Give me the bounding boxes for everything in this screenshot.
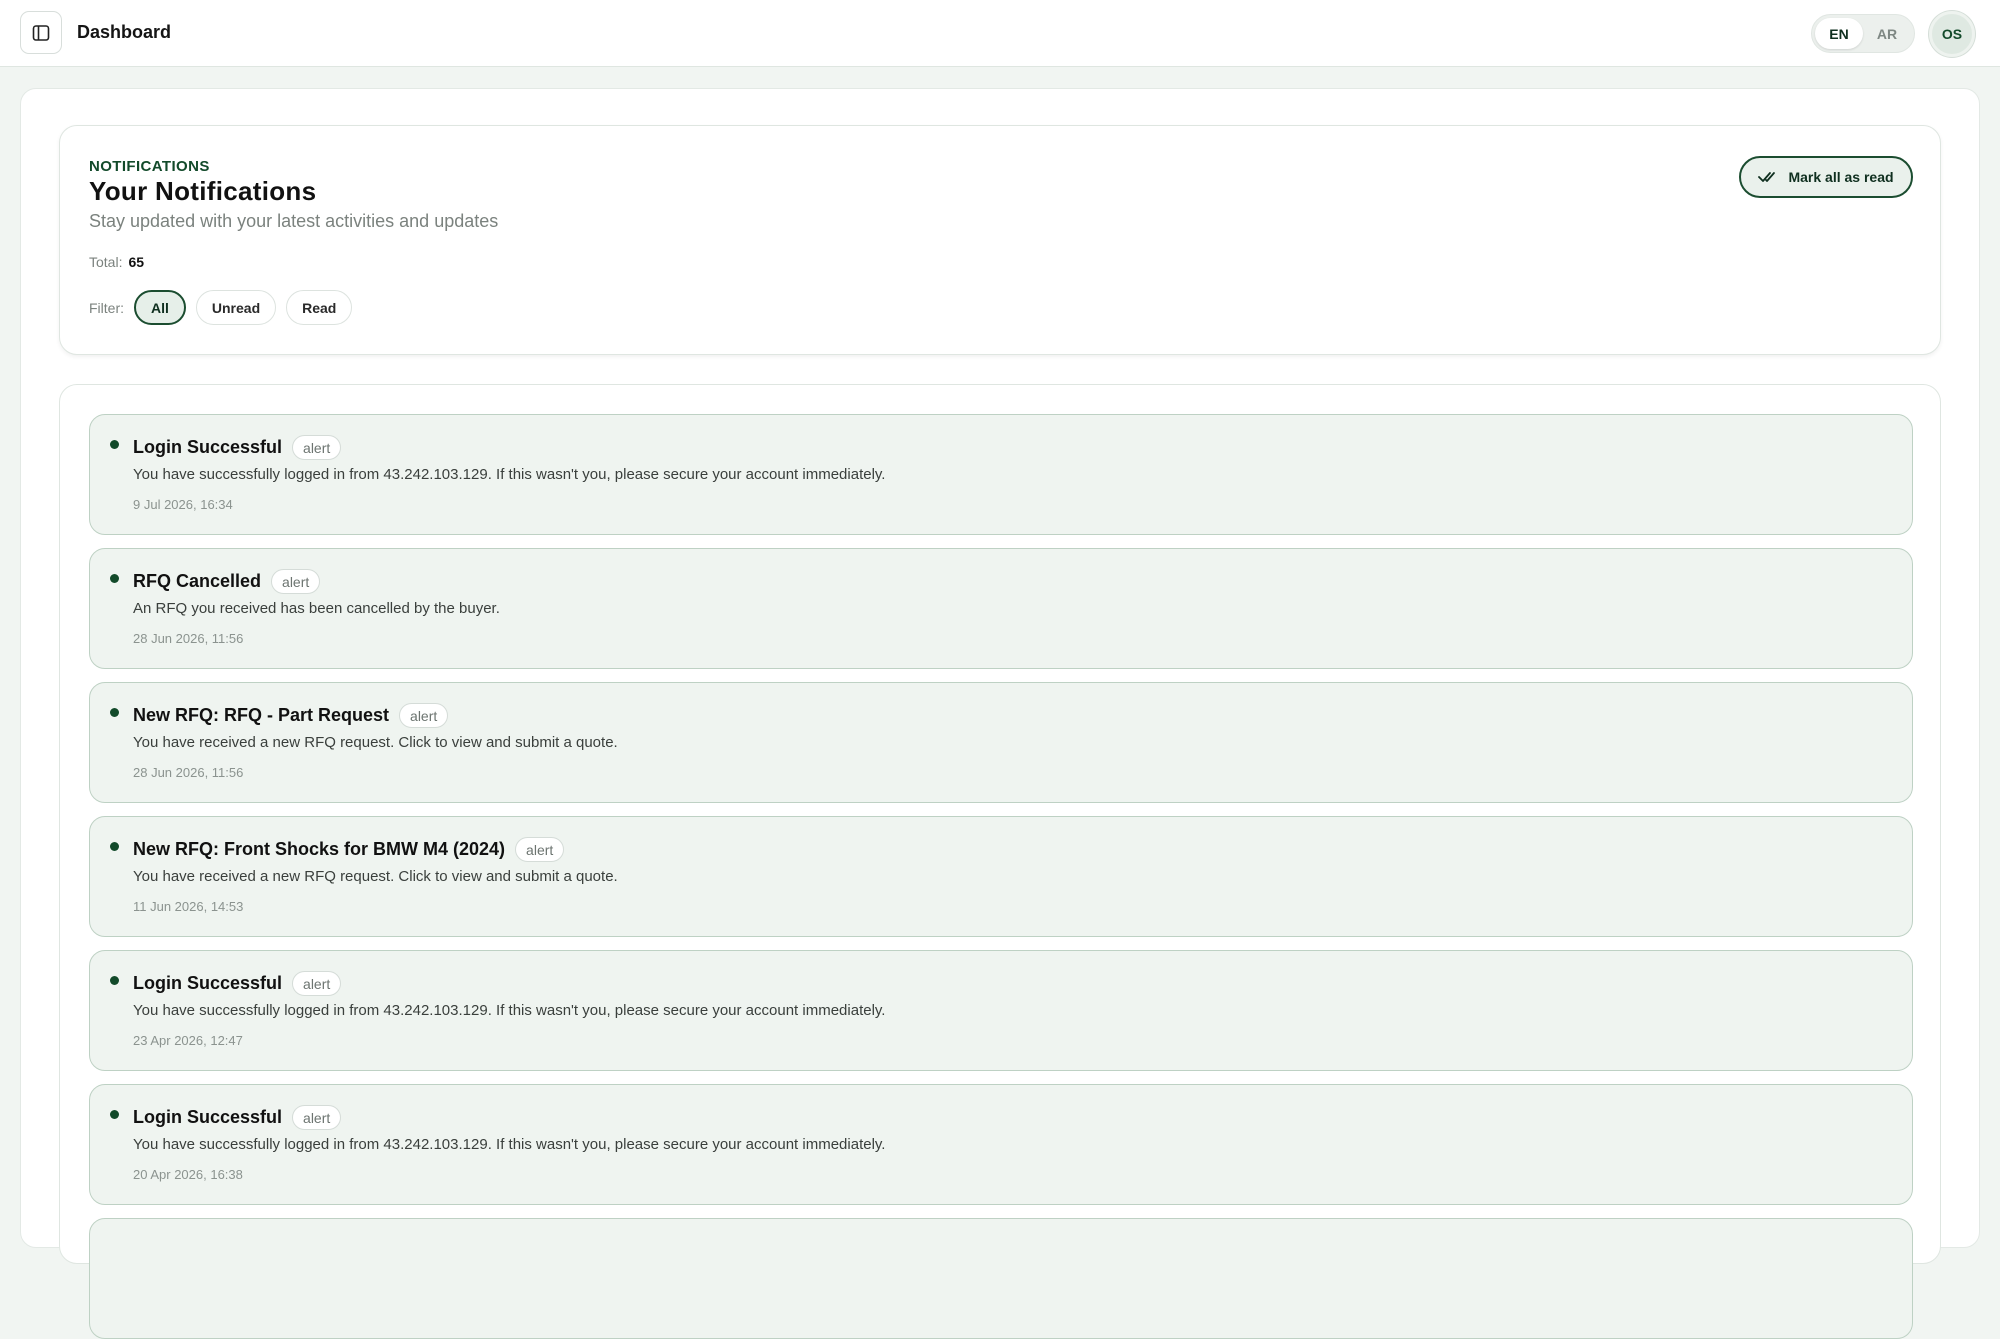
notification-timestamp: 23 Apr 2026, 12:47 [133, 1033, 243, 1048]
notification-title: New RFQ: Front Shocks for BMW M4 (2024) [133, 839, 506, 859]
notification-item-partial[interactable] [89, 1218, 1913, 1339]
notification-message: You have successfully logged in from 43.… [133, 1136, 886, 1153]
notification-timestamp: 28 Jun 2026, 11:56 [133, 631, 244, 646]
unread-dot [110, 574, 119, 583]
mark-all-read-button[interactable]: Mark all as read [1739, 156, 1913, 198]
notification-message: You have received a new RFQ request. Cli… [133, 734, 618, 751]
notification-type-badge: alert [271, 569, 321, 594]
notification-type-badge: alert [292, 971, 342, 996]
page-title: Dashboard [77, 22, 172, 42]
notification-item[interactable]: RFQ Cancelled alert An RFQ you received … [89, 548, 1913, 669]
notification-item[interactable]: Login Successful alert You have successf… [89, 1084, 1913, 1205]
filter-bar: Filter: All Unread Read [89, 290, 362, 325]
lang-en-option[interactable]: EN [1815, 18, 1863, 49]
unread-dot [110, 842, 119, 851]
notification-timestamp: 20 Apr 2026, 16:38 [133, 1167, 243, 1182]
notification-message: You have received a new RFQ request. Cli… [133, 868, 618, 885]
notification-type-badge: alert [292, 1105, 342, 1130]
notification-message: An RFQ you received has been cancelled b… [133, 600, 500, 617]
notification-title: RFQ Cancelled [133, 571, 262, 591]
filter-unread-button[interactable]: Unread [195, 290, 277, 325]
avatar[interactable]: OS [1929, 11, 1975, 57]
notification-message: You have successfully logged in from 43.… [133, 466, 886, 483]
double-check-icon [1758, 172, 1776, 182]
notification-title: New RFQ: RFQ - Part Request [133, 705, 390, 725]
unread-dot [110, 1110, 119, 1119]
filter-all-button[interactable]: All [134, 290, 186, 325]
language-toggle[interactable]: EN AR [1811, 14, 1915, 53]
total-label: Total: [89, 254, 123, 270]
total-count: Total: 65 [89, 254, 144, 270]
notification-message: You have successfully logged in from 43.… [133, 1002, 886, 1019]
notifications-header-card: NOTIFICATIONS Your Notifications Stay up… [59, 125, 1941, 355]
notifications-title: Your Notifications [89, 176, 317, 206]
notification-item[interactable]: New RFQ: Front Shocks for BMW M4 (2024) … [89, 816, 1913, 937]
sidebar-icon [32, 24, 50, 41]
lang-ar-option[interactable]: AR [1863, 18, 1911, 49]
notification-item[interactable]: New RFQ: RFQ - Part Request alert You ha… [89, 682, 1913, 803]
notification-title: Login Successful [133, 437, 283, 457]
top-bar: Dashboard EN AR OS [0, 0, 2000, 67]
notification-timestamp: 28 Jun 2026, 11:56 [133, 765, 244, 780]
mark-all-read-label: Mark all as read [1788, 169, 1894, 185]
notification-type-badge: alert [292, 435, 342, 460]
notification-timestamp: 9 Jul 2026, 16:34 [133, 497, 233, 512]
notification-title: Login Successful [133, 973, 283, 993]
notification-title: Login Successful [133, 1107, 283, 1127]
total-value: 65 [128, 254, 145, 270]
notifications-subtitle: Stay updated with your latest activities… [89, 211, 499, 231]
notification-type-badge: alert [399, 703, 449, 728]
sidebar-toggle-button[interactable] [20, 11, 62, 54]
section-eyebrow: NOTIFICATIONS [89, 158, 210, 175]
unread-dot [110, 440, 119, 449]
notification-type-badge: alert [515, 837, 565, 862]
filter-read-button[interactable]: Read [286, 290, 353, 325]
notification-item[interactable]: Login Successful alert You have successf… [89, 414, 1913, 535]
notifications-list: Login Successful alert You have successf… [59, 384, 1941, 1339]
unread-dot [110, 976, 119, 985]
filter-label: Filter: [89, 299, 124, 316]
unread-dot [110, 708, 119, 717]
notification-timestamp: 11 Jun 2026, 14:53 [133, 899, 244, 914]
notification-item[interactable]: Login Successful alert You have successf… [89, 950, 1913, 1071]
